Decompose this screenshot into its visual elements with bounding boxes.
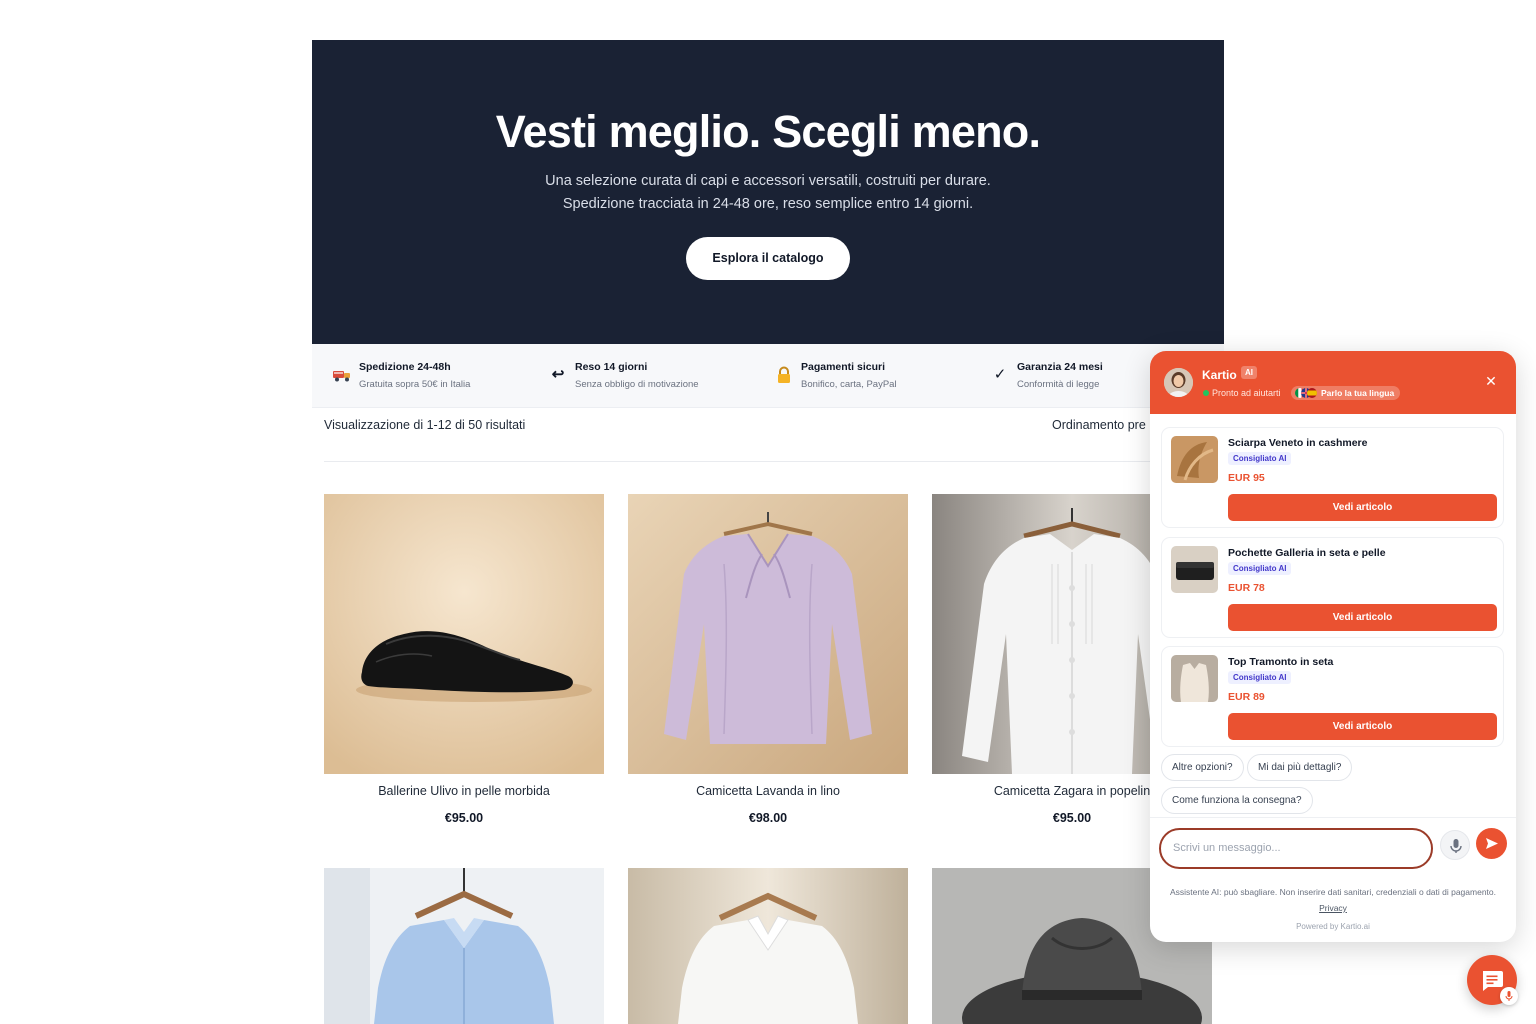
return-arrow-icon: ↩ <box>551 366 565 383</box>
quick-reply-chip[interactable]: Altre opzioni? <box>1161 754 1244 781</box>
ai-disclaimer: Assistente AI: può sbagliare. Non inseri… <box>1169 887 1497 897</box>
hero-subtitle-line-1: Una selezione curata di capi e accessori… <box>545 173 991 189</box>
recommendation-price: EUR 78 <box>1228 582 1265 594</box>
product-thumbnail[interactable] <box>1171 436 1218 483</box>
chat-header: Kartio AI Pronto ad aiutarti Parlo la tu… <box>1150 351 1516 414</box>
features-strip: Spedizione 24-48h Gratuita sopra 50€ in … <box>312 344 1224 408</box>
recommendation-title[interactable]: Top Tramonto in seta <box>1228 656 1333 668</box>
hero-title: Vesti meglio. Scegli meno. <box>495 106 1041 157</box>
explore-catalog-button[interactable]: Esplora il catalogo <box>686 237 850 280</box>
product-image[interactable] <box>324 494 604 774</box>
product-name[interactable]: Camicetta Lavanda in lino <box>628 784 908 798</box>
voice-indicator <box>1500 987 1518 1005</box>
hero-banner: Vesti meglio. Scegli meno. Una selezione… <box>312 40 1224 344</box>
recommendation-card: Pochette Galleria in seta e pelle Consig… <box>1161 537 1504 638</box>
recommendation-title[interactable]: Pochette Galleria in seta e pelle <box>1228 547 1386 559</box>
feature-subtitle: Gratuita sopra 50€ in Italia <box>359 379 471 390</box>
divider <box>1150 817 1516 818</box>
language-pill-label: Parlo la tua lingua <box>1321 388 1395 398</box>
microphone-icon <box>1450 839 1462 853</box>
feature-title: Reso 14 giorni <box>575 361 648 373</box>
chat-widget: Kartio AI Pronto ad aiutarti Parlo la tu… <box>1150 351 1516 942</box>
product-thumbnail[interactable] <box>1171 655 1218 702</box>
view-item-button[interactable]: Vedi articolo <box>1228 713 1497 740</box>
feature-title: Spedizione 24-48h <box>359 361 451 373</box>
ai-recommended-badge: Consigliato AI <box>1228 452 1292 465</box>
feature-subtitle: Bonifico, carta, PayPal <box>801 379 897 390</box>
hero-subtitle: Una selezione curata di capi e accessori… <box>312 170 1224 216</box>
hero-subtitle-line-2: Spedizione tracciata in 24-48 ore, reso … <box>562 196 974 212</box>
quick-reply-chip[interactable]: Come funziona la consegna? <box>1161 787 1313 814</box>
spanish-flag-icon <box>1307 388 1317 398</box>
ai-badge: AI <box>1241 366 1257 379</box>
truck-icon <box>332 365 352 385</box>
recommendation-card: Sciarpa Veneto in cashmere Consigliato A… <box>1161 427 1504 528</box>
ai-recommended-badge: Consigliato AI <box>1228 671 1292 684</box>
feature-title: Garanzia 24 mesi <box>1017 361 1103 373</box>
recommendation-title[interactable]: Sciarpa Veneto in cashmere <box>1228 437 1367 449</box>
shop-page: Vesti meglio. Scegli meno. Una selezione… <box>0 0 1536 1024</box>
privacy-link[interactable]: Privacy <box>1150 903 1516 913</box>
feature-subtitle: Conformità di legge <box>1017 379 1100 390</box>
product-price: €98.00 <box>748 811 788 825</box>
recommendation-price: EUR 95 <box>1228 472 1265 484</box>
online-status-dot <box>1203 390 1209 396</box>
product-card[interactable] <box>628 868 908 1024</box>
feature-title: Pagamenti sicuri <box>801 361 886 373</box>
view-item-button[interactable]: Vedi articolo <box>1228 494 1497 521</box>
agent-name: Kartio <box>1202 368 1237 382</box>
microphone-icon <box>1505 991 1513 1001</box>
send-icon <box>1486 838 1498 849</box>
product-name[interactable]: Ballerine Ulivo in pelle morbida <box>324 784 604 798</box>
results-count: Visualizzazione di 1-12 di 50 risultati <box>324 418 526 432</box>
sort-dropdown[interactable]: Ordinamento pre <box>1052 418 1146 432</box>
powered-by: Powered by Kartio.ai <box>1296 922 1370 931</box>
chat-launcher-button[interactable] <box>1467 955 1518 1005</box>
agent-avatar <box>1164 368 1193 397</box>
lock-icon <box>774 365 794 385</box>
send-button[interactable] <box>1476 828 1507 859</box>
product-image[interactable] <box>628 494 908 774</box>
close-icon[interactable]: ✕ <box>1483 373 1499 389</box>
recommendation-card: Top Tramonto in seta Consigliato AI EUR … <box>1161 646 1504 747</box>
product-card[interactable] <box>324 868 604 1024</box>
ai-recommended-badge: Consigliato AI <box>1228 562 1292 575</box>
checkmark-icon: ✓ <box>993 366 1007 383</box>
message-input[interactable]: Scrivi un messaggio... <box>1159 828 1433 869</box>
language-pill: Parlo la tua lingua <box>1291 386 1401 400</box>
product-image[interactable] <box>324 868 604 1024</box>
microphone-button[interactable] <box>1440 830 1470 860</box>
product-image[interactable] <box>628 868 908 1024</box>
product-price: €95.00 <box>444 811 484 825</box>
product-thumbnail[interactable] <box>1171 546 1218 593</box>
agent-status: Pronto ad aiutarti <box>1212 388 1281 398</box>
recommendation-price: EUR 89 <box>1228 691 1265 703</box>
divider <box>324 461 1212 462</box>
view-item-button[interactable]: Vedi articolo <box>1228 604 1497 631</box>
feature-subtitle: Senza obbligo di motivazione <box>575 379 699 390</box>
quick-reply-chip[interactable]: Mi dai più dettagli? <box>1247 754 1353 781</box>
